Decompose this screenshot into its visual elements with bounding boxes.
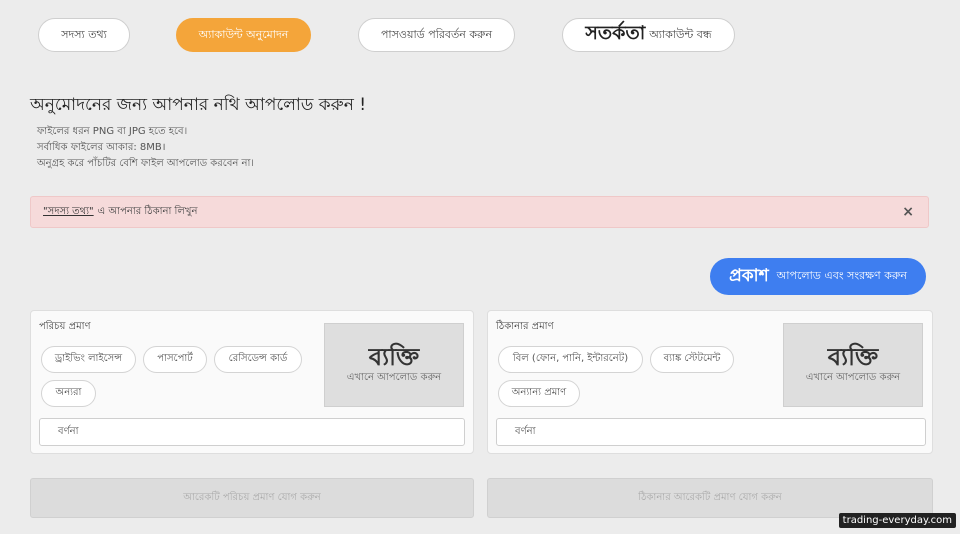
page-title: অনুমোদনের জন্য আপনার নথি আপলোড করুন ! [30,95,367,115]
option-passport[interactable]: পাসপোর্ট [143,346,207,373]
close-icon[interactable]: × [902,204,914,220]
add-address-proof-button[interactable]: ঠিকানার আরেকটি প্রমাণ যোগ করুন [487,478,933,518]
tab-account-approval[interactable]: অ্যাকাউন্ট অনুমোদন [176,18,311,52]
address-proof-title: ঠিকানার প্রমাণ [496,321,554,332]
identity-upload-area[interactable]: ব্যক্তি এখানে আপলোড করুন [324,323,464,407]
tab-close-account-warning: সতর্কতা [585,22,646,44]
upload-big-label: ব্যক্তি [827,342,879,371]
rule-file-size: সর্বাধিক ফাইলের আকার: 8MB। [37,142,166,153]
rule-file-type: ফাইলের ধরন PNG বা JPG হতে হবে। [37,126,188,137]
add-identity-proof-button[interactable]: আরেকটি পরিচয় প্রমাণ যোগ করুন [30,478,474,518]
upload-rules: ফাইলের ধরন PNG বা JPG হতে হবে। সর্বাধিক … [37,124,254,172]
member-info-link[interactable]: "সদস্য তথ্য" [43,204,94,221]
address-alert: "সদস্য তথ্য" এ আপনার ঠিকানা লিখুন × [30,196,929,228]
tab-change-password-label: পাসওয়ার্ড পরিবর্তন করুন [380,27,493,41]
option-other-proof[interactable]: অন্যান্য প্রমাণ [498,380,580,407]
tab-member-info[interactable]: সদস্য তথ্য [38,18,130,52]
upload-label: এখানে আপলোড করুন [346,371,442,383]
tab-bar: সদস্য তথ্য অ্যাকাউন্ট অনুমোদন পাসওয়ার্ড… [0,18,960,56]
address-upload-area[interactable]: ব্যক্তি এখানে আপলোড করুন [783,323,923,407]
identity-proof-card: পরিচয় প্রমাণ ড্রাইভিং লাইসেন্স পাসপোর্ট… [30,310,474,454]
tab-close-account[interactable]: সতর্কতা অ্যাকাউন্ট বন্ধ [562,18,735,52]
tab-change-password[interactable]: পাসওয়ার্ড পরিবর্তন করুন [358,18,515,52]
tab-member-info-label: সদস্য তথ্য [61,27,107,41]
rule-file-count: অনুগ্রহ করে পাঁচটির বেশি ফাইল আপলোড করবে… [37,158,254,169]
watermark: trading-everyday.com [838,513,956,528]
save-button-label: আপলোড এবং সংরক্ষণ করুন [776,269,907,282]
option-residence-card[interactable]: রেসিডেন্স কার্ড [214,346,302,373]
identity-proof-title: পরিচয় প্রমাণ [39,321,91,332]
save-button-big-label: প্রকাশ [729,265,769,286]
option-others[interactable]: অন্যরা [41,380,96,407]
upload-and-save-button[interactable]: প্রকাশ আপলোড এবং সংরক্ষণ করুন [710,258,926,295]
option-driving-license[interactable]: ড্রাইভিং লাইসেন্স [41,346,136,373]
address-description-input[interactable]: বর্ণনা [496,418,926,446]
option-bank-statement[interactable]: ব্যাঙ্ক স্টেটমেন্ট [650,346,734,373]
tab-account-approval-label: অ্যাকাউন্ট অনুমোদন [198,27,289,41]
option-bill[interactable]: বিল (ফোন, পানি, ইন্টারনেট) [498,346,643,373]
address-proof-card: ঠিকানার প্রমাণ বিল (ফোন, পানি, ইন্টারনেট… [487,310,933,454]
alert-text: এ আপনার ঠিকানা লিখুন [97,205,198,217]
tab-close-account-label: অ্যাকাউন্ট বন্ধ [649,27,712,41]
upload-big-label: ব্যক্তি [368,342,420,371]
identity-description-input[interactable]: বর্ণনা [39,418,465,446]
upload-label: এখানে আপলোড করুন [805,371,901,383]
